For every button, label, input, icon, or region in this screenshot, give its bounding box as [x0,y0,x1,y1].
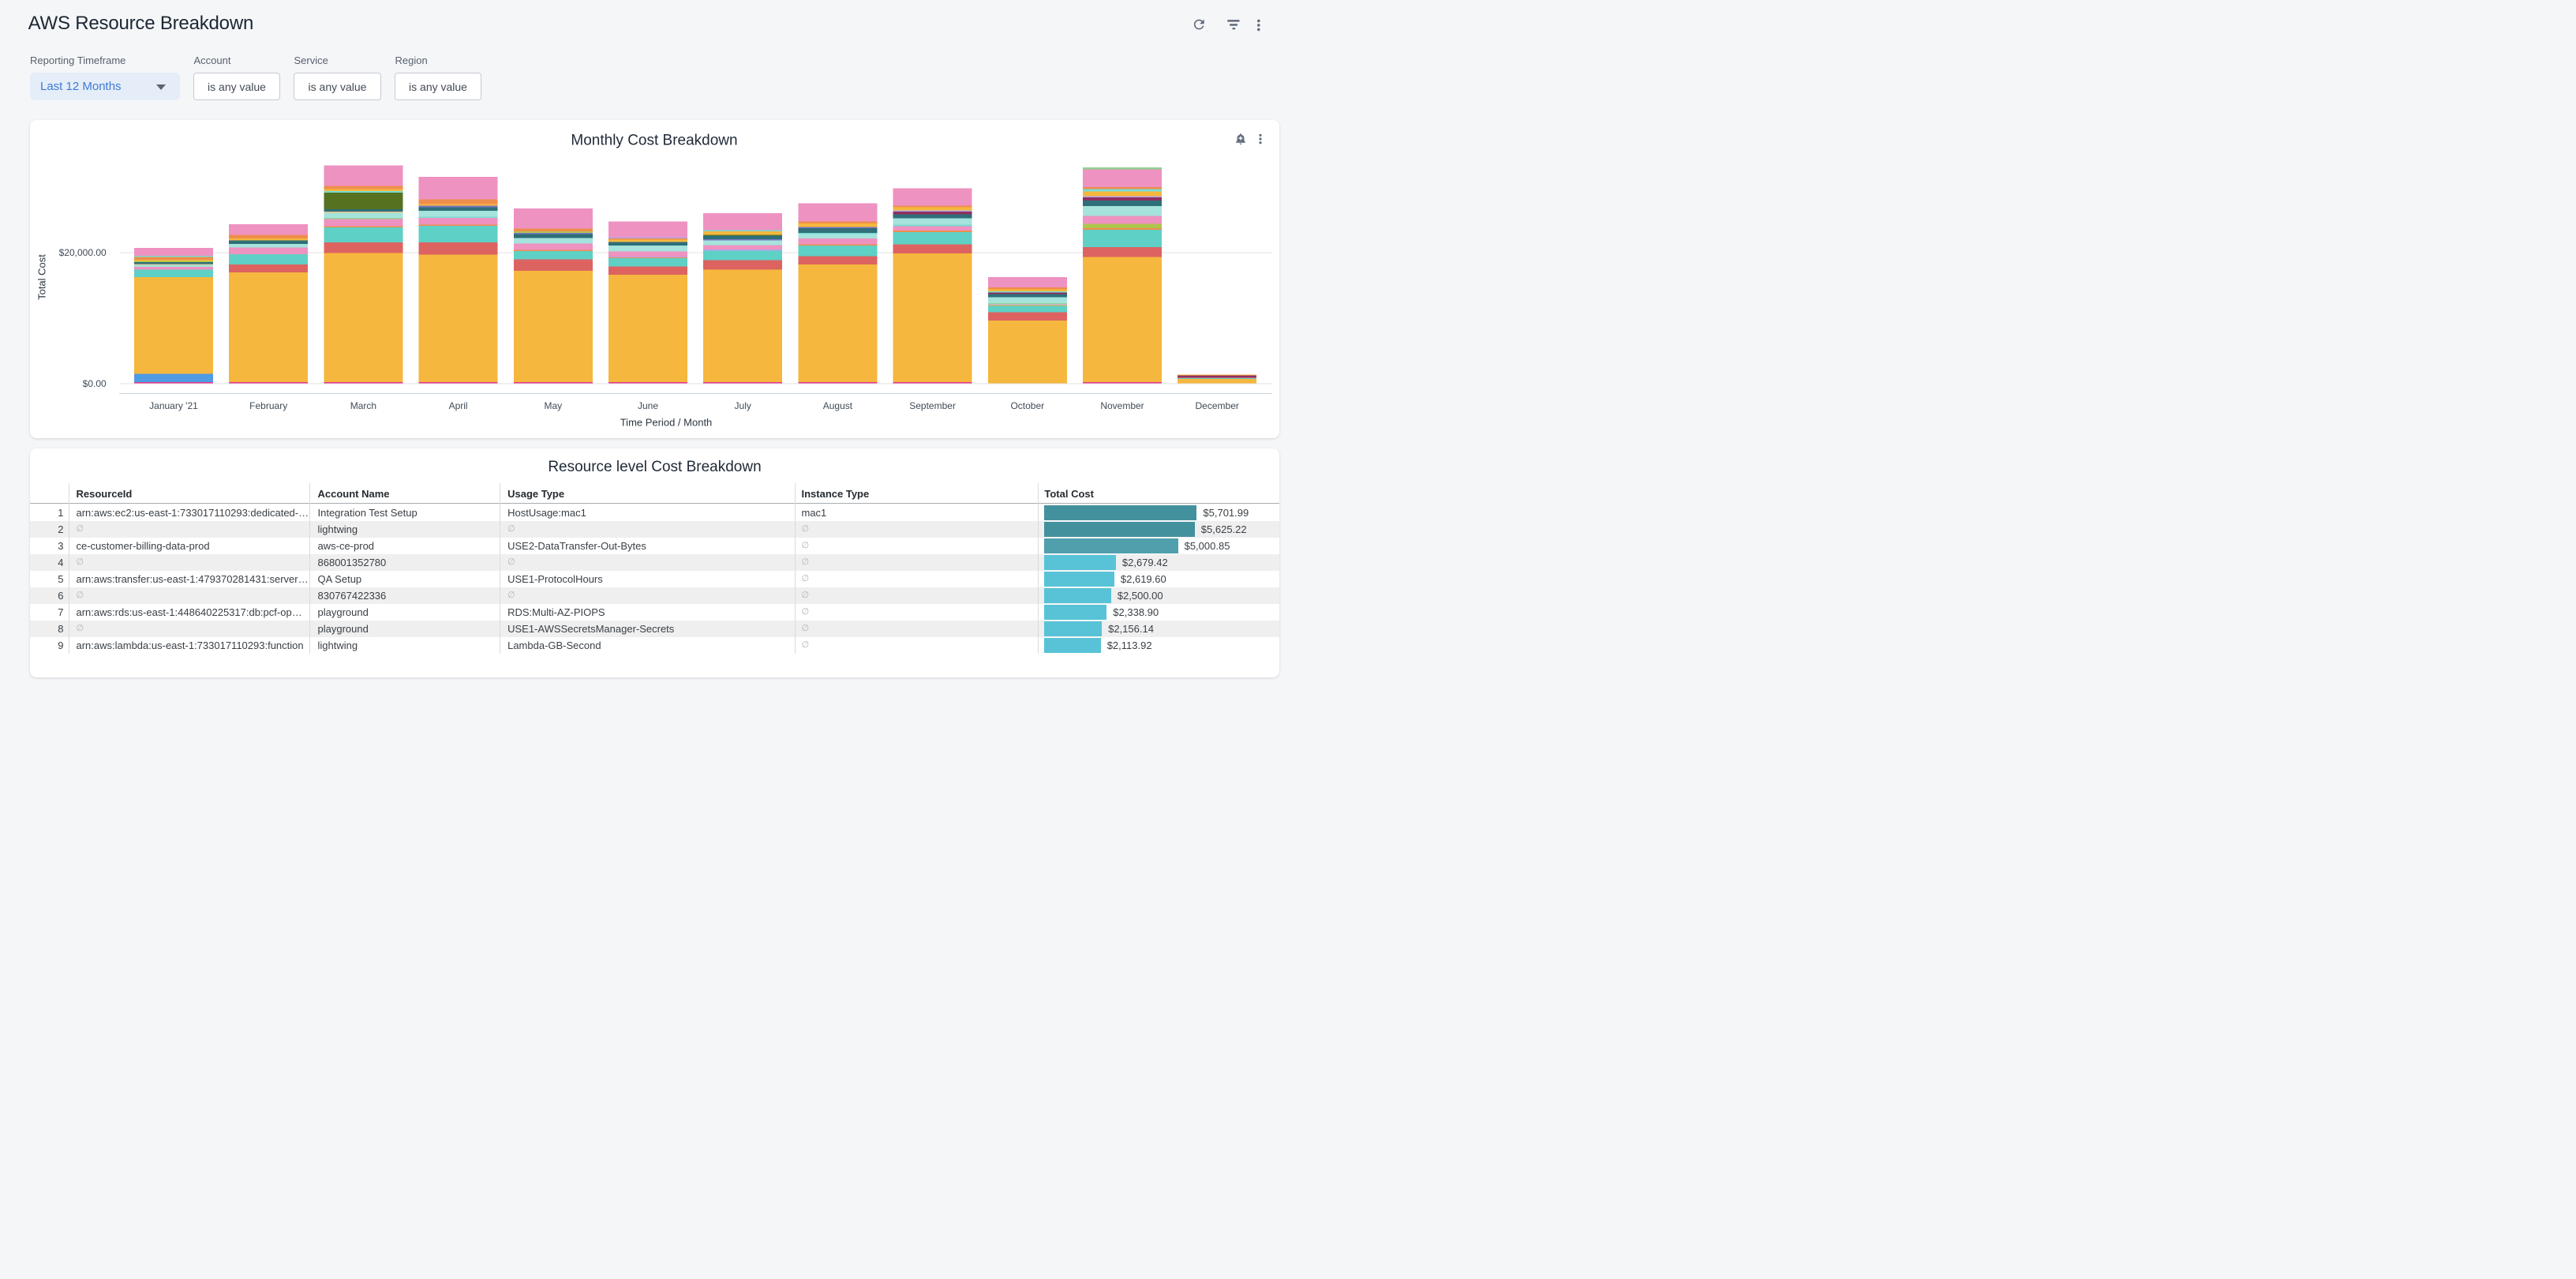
svg-text:December: December [1196,400,1239,411]
svg-text:$20,000.00: $20,000.00 [59,247,107,258]
svg-text:March: March [350,400,376,411]
svg-text:January '21: January '21 [149,400,198,411]
svg-text:April: April [449,400,468,411]
svg-text:August: August [823,400,853,411]
svg-text:February: February [249,400,287,411]
svg-text:September: September [909,400,956,411]
svg-text:November: November [1100,400,1144,411]
svg-text:$0.00: $0.00 [83,378,107,389]
svg-text:Time Period / Month: Time Period / Month [620,417,713,429]
svg-text:October: October [1010,400,1044,411]
svg-text:June: June [638,400,658,411]
svg-text:Total Cost: Total Cost [36,254,48,300]
svg-text:July: July [735,400,751,411]
svg-text:Monthly Cost Breakdown: Monthly Cost Breakdown [571,133,737,149]
svg-text:May: May [544,400,562,411]
